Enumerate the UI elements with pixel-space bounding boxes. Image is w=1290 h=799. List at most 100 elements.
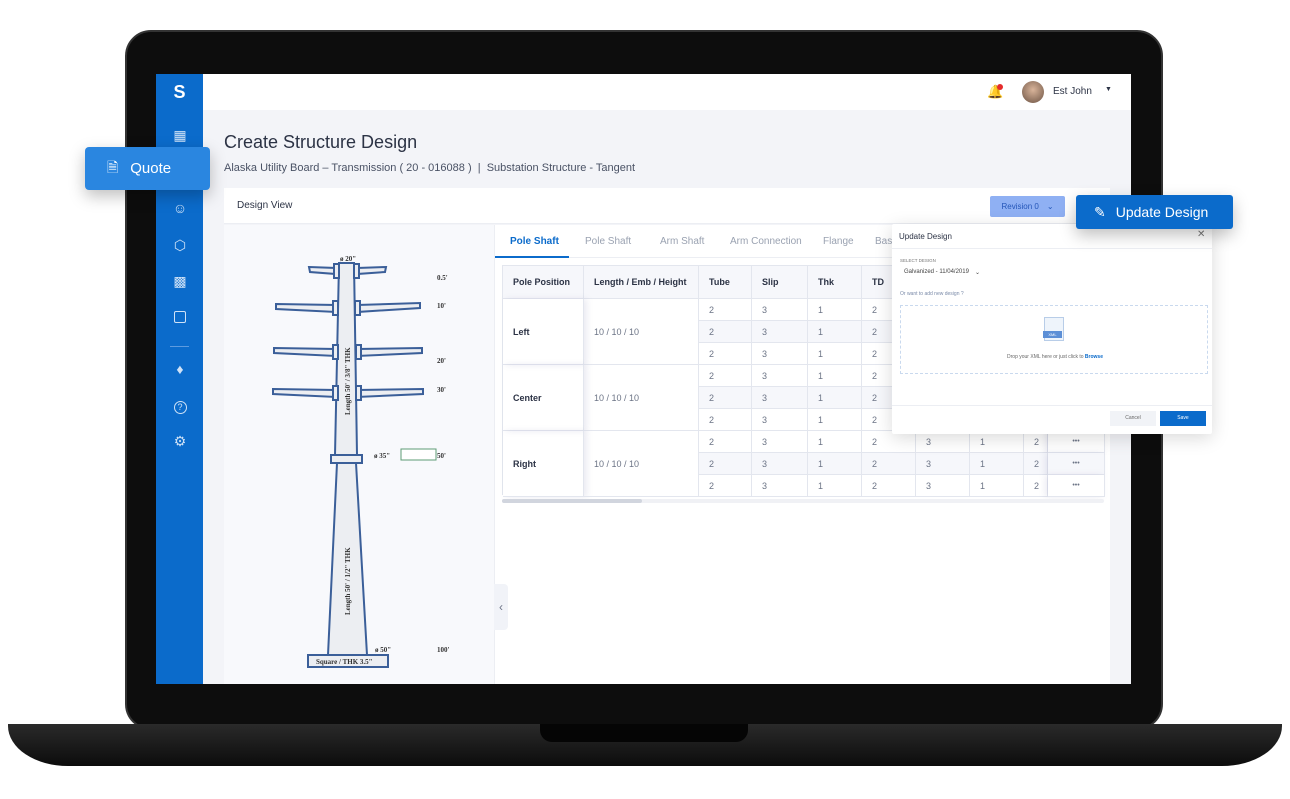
table-cell: 1: [808, 321, 862, 343]
bar-chart-icon[interactable]: ▩: [171, 272, 189, 290]
table-cell: 2: [699, 299, 752, 321]
table-cell: 2: [1024, 431, 1048, 453]
table-header-0[interactable]: Pole Position: [503, 266, 584, 299]
table-cell: 2: [699, 431, 752, 453]
help-icon[interactable]: ?: [171, 396, 189, 414]
user-icon[interactable]: ☺: [171, 199, 189, 217]
table-cell: 3: [916, 431, 970, 453]
row-actions-button[interactable]: •••: [1048, 453, 1105, 475]
save-button[interactable]: Save: [1160, 411, 1206, 426]
drop-text: Drop your XML here or just click to: [1007, 354, 1084, 360]
page-subtitle: Alaska Utility Board – Transmission ( 20…: [224, 162, 636, 174]
table-cell: 3: [916, 453, 970, 475]
pole-position-cell: Left: [503, 299, 584, 365]
quote-label: Quote: [130, 160, 172, 177]
dims-cell: 10 / 10 / 10: [584, 431, 699, 497]
table-header-4[interactable]: Thk: [808, 266, 862, 299]
update-design-label: Update Design: [1115, 204, 1209, 220]
table-cell: 1: [808, 453, 862, 475]
add-design-prompt: Or want to add new design ?: [900, 291, 964, 297]
horizontal-scrollbar[interactable]: [502, 499, 1104, 503]
table-cell: 3: [752, 453, 808, 475]
package-dollar-icon[interactable]: ⬡: [171, 236, 189, 254]
table-cell: 1: [808, 387, 862, 409]
table-cell: 2: [699, 409, 752, 431]
table-cell: 2: [862, 431, 916, 453]
modal-footer-divider: [892, 405, 1212, 406]
table-header-1[interactable]: Length / Emb / Height: [584, 266, 699, 299]
table-cell: 2: [1024, 453, 1048, 475]
table-cell: 3: [752, 299, 808, 321]
select-design-value: Galvanized - 11/04/2019: [904, 269, 969, 275]
row-actions-button[interactable]: •••: [1048, 475, 1105, 497]
table-cell: 2: [699, 321, 752, 343]
table-cell: 2: [1024, 475, 1048, 497]
table-cell: 3: [752, 387, 808, 409]
tab-2[interactable]: Arm Shaft: [660, 236, 704, 247]
tab-1[interactable]: Pole Shaft: [585, 236, 631, 247]
avatar[interactable]: [1022, 81, 1044, 103]
table-cell: 1: [970, 453, 1024, 475]
chevron-down-icon: ⌄: [1046, 202, 1054, 211]
table-cell: 1: [808, 343, 862, 365]
cancel-button[interactable]: Cancel: [1110, 411, 1156, 426]
close-icon[interactable]: ✕: [1197, 229, 1205, 240]
table-cell: 3: [752, 431, 808, 453]
table-cell: 3: [752, 365, 808, 387]
tab-5[interactable]: Bas: [875, 236, 892, 247]
table-cell: 1: [808, 299, 862, 321]
table-cell: 3: [752, 475, 808, 497]
top-bar: 🔔 Est John ▼: [203, 74, 1131, 110]
active-tab-indicator: [495, 256, 569, 258]
table-cell: 2: [699, 387, 752, 409]
pole-position-cell: Center: [503, 365, 584, 431]
notification-dot: [997, 84, 1003, 90]
tab-0[interactable]: Pole Shaft: [510, 236, 559, 247]
design-view-header: Design View: [224, 188, 1110, 224]
xml-dropzone[interactable]: XML Drop your XML here or just click to …: [900, 305, 1208, 374]
table-cell: 3: [916, 475, 970, 497]
user-name[interactable]: Est John: [1053, 86, 1092, 97]
modal-divider: [892, 248, 1212, 249]
quote-badge[interactable]: 🗎 Quote: [85, 147, 210, 190]
pole-position-cell: Right: [503, 431, 584, 497]
table-cell: 2: [699, 365, 752, 387]
xml-file-icon: XML: [1043, 317, 1064, 341]
design-view-title: Design View: [237, 200, 293, 211]
table-cell: 3: [752, 321, 808, 343]
revision-label: Revision 0: [1001, 202, 1039, 211]
scrollbar-thumb[interactable]: [502, 499, 642, 503]
update-design-modal: Update Design ✕ SELECT DESIGN Galvanized…: [892, 224, 1212, 434]
dashboard-icon[interactable]: ▦: [171, 126, 189, 144]
table-cell: 3: [752, 343, 808, 365]
revision-dropdown[interactable]: Revision 0 ⌄: [990, 196, 1065, 217]
table-cell: 1: [808, 475, 862, 497]
table-header-2[interactable]: Tube: [699, 266, 752, 299]
pencil-icon: ✎: [1094, 203, 1106, 220]
browse-link[interactable]: Browse: [1085, 354, 1103, 360]
dims-cell: 10 / 10 / 10: [584, 365, 699, 431]
gear-icon[interactable]: ⚙: [171, 432, 189, 450]
tab-3[interactable]: Arm Connection: [730, 236, 802, 247]
table-cell: 1: [808, 409, 862, 431]
table-cell: 2: [862, 475, 916, 497]
laptop-notch: [540, 724, 748, 742]
row-actions-button[interactable]: •••: [1048, 431, 1105, 453]
sidebar-divider: [170, 346, 189, 347]
tab-4[interactable]: Flange: [823, 236, 854, 247]
bell-icon[interactable]: ♦: [171, 360, 189, 378]
select-design-dropdown[interactable]: Galvanized - 11/04/2019 ⌄: [904, 269, 980, 276]
table-cell: 1: [970, 431, 1024, 453]
table-header-3[interactable]: Slip: [752, 266, 808, 299]
drawing-panel: [224, 225, 494, 684]
user-menu-caret-icon[interactable]: ▼: [1105, 86, 1112, 93]
update-design-badge[interactable]: ✎ Update Design: [1076, 195, 1233, 229]
table-cell: 2: [699, 475, 752, 497]
modal-title: Update Design: [899, 232, 952, 241]
table-cell: 2: [699, 343, 752, 365]
page-title: Create Structure Design: [224, 132, 418, 152]
square-icon[interactable]: [171, 309, 189, 327]
collapse-panel-button[interactable]: ‹: [494, 584, 508, 630]
logo[interactable]: S: [156, 82, 203, 103]
table-cell: 1: [808, 431, 862, 453]
